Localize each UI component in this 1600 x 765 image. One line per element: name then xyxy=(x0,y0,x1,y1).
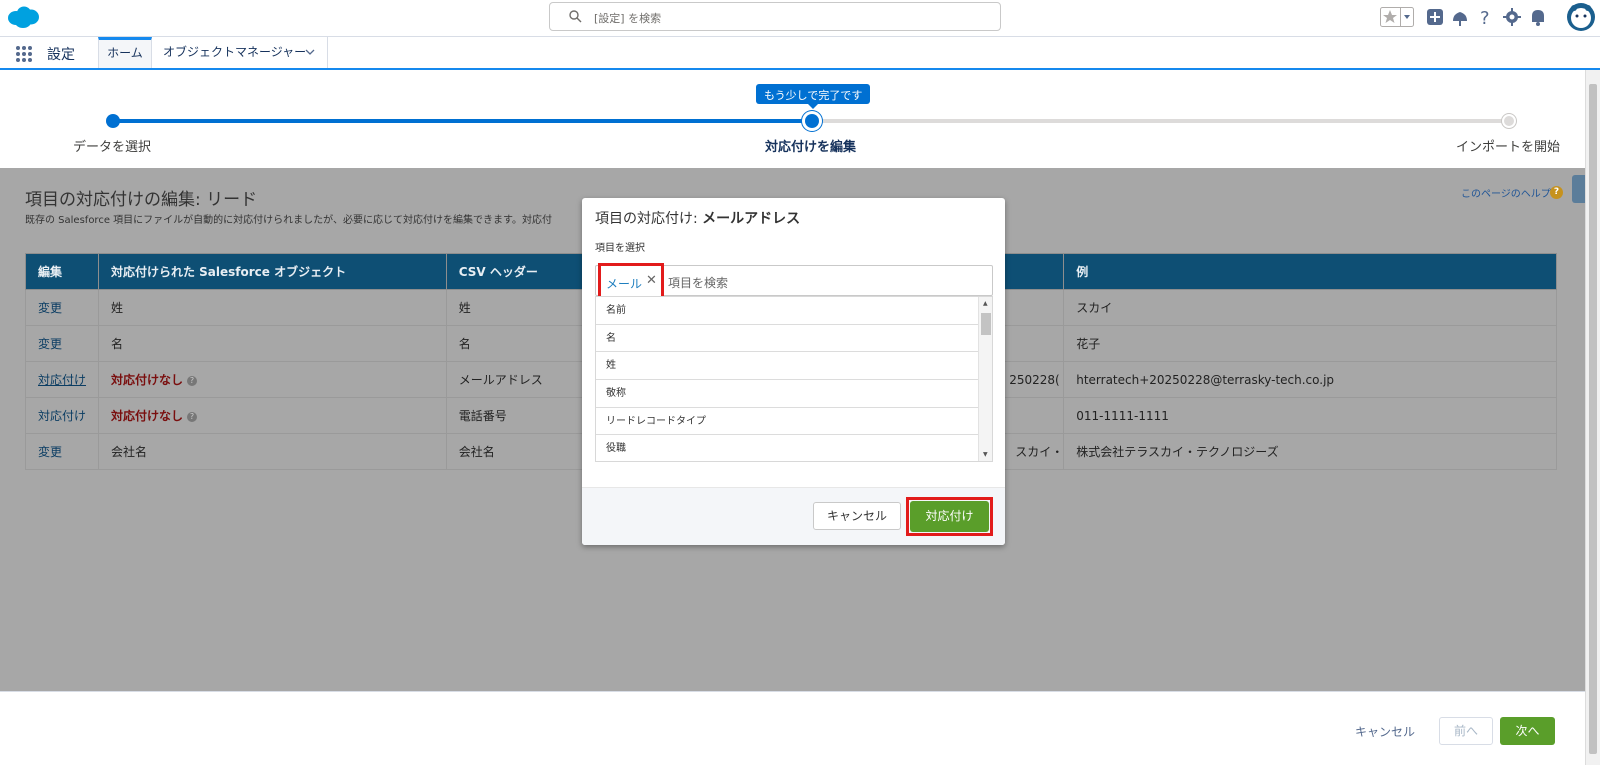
step-3-marker xyxy=(1502,114,1516,128)
info-icon[interactable]: ? xyxy=(187,376,197,386)
step-1-label: データを選択 xyxy=(73,140,152,155)
map-link[interactable]: 対応付け xyxy=(25,397,99,434)
list-item[interactable]: 名 xyxy=(596,325,978,353)
step-1-marker xyxy=(106,114,120,128)
help-link[interactable]: このページのヘルプ xyxy=(1461,185,1551,200)
scroll-down-arrow-icon[interactable]: ▼ xyxy=(983,451,988,458)
list-item[interactable]: 姓 xyxy=(596,352,978,381)
modal-footer: キャンセル 対応付け xyxy=(582,487,1005,545)
search-icon xyxy=(569,10,582,23)
field-options-list: 名前 名 姓 敬称 リードレコードタイプ 役職 ▲ ▼ xyxy=(595,296,993,462)
list-scrollbar[interactable]: ▲ ▼ xyxy=(978,297,992,461)
sample-cell xyxy=(996,325,1065,362)
next-button[interactable]: 次へ xyxy=(1500,717,1555,745)
user-avatar[interactable] xyxy=(1566,2,1596,32)
page-title: 項目の対応付けの編集: リード xyxy=(25,190,258,210)
progress-badge: もう少しで完了です xyxy=(756,84,871,109)
app-launcher-icon[interactable] xyxy=(15,45,33,63)
app-name: 設定 xyxy=(47,47,75,63)
modal-title: 項目の対応付け: メールアドレス xyxy=(595,208,800,228)
modal-title-field: メールアドレス xyxy=(702,211,801,227)
unmapped-text: 対応付けなし xyxy=(110,409,183,423)
mapped-object-cell: 対応付けなし? xyxy=(97,397,447,434)
modal-cancel-button[interactable]: キャンセル xyxy=(813,502,901,530)
help-icon[interactable]: ? xyxy=(1476,6,1496,28)
search-placeholder: [設定] を検索 xyxy=(594,12,662,25)
modal-title-prefix: 項目の対応付け: xyxy=(595,211,703,227)
progress-fill xyxy=(113,119,811,123)
col-header-sample xyxy=(996,253,1065,290)
sample-cell: 250228( xyxy=(996,361,1065,398)
wizard-footer: キャンセル 前へ 次へ xyxy=(0,691,1585,765)
field-mapping-modal: 項目の対応付け: メールアドレス 項目を選択 メール ✕ 項目を検索 名前 名 … xyxy=(582,198,1005,545)
list-item[interactable]: リードレコードタイプ xyxy=(596,408,978,436)
list-item[interactable]: 役職 xyxy=(596,435,978,461)
tab-home[interactable]: ホーム xyxy=(98,37,152,68)
global-search-input[interactable]: [設定] を検索 xyxy=(549,2,1001,31)
example-cell: スカイ xyxy=(1063,289,1557,326)
change-link[interactable]: 変更 xyxy=(25,325,99,362)
example-cell: hterratech+20250228@terrasky-tech.co.jp xyxy=(1063,361,1557,398)
scroll-up-arrow-icon[interactable]: ▲ xyxy=(983,300,988,307)
remove-pill-icon[interactable]: ✕ xyxy=(646,273,657,288)
change-link[interactable]: 変更 xyxy=(25,433,99,470)
mapped-object-cell: 姓 xyxy=(97,289,447,326)
col-header-example: 例 xyxy=(1063,253,1557,290)
sample-cell: スカイ・ xyxy=(996,433,1065,470)
list-item[interactable]: 敬称 xyxy=(596,380,978,408)
selected-field-label: メール xyxy=(606,277,643,291)
page-description: 既存の Salesforce 項目にファイルが自動的に対応付けられましたが、必要… xyxy=(25,215,552,226)
change-link[interactable]: 変更 xyxy=(25,289,99,326)
step-2-marker xyxy=(805,114,819,128)
salesforce-logo[interactable] xyxy=(6,4,40,30)
step-3-label: インポートを開始 xyxy=(1456,140,1561,155)
map-confirm-button[interactable]: 対応付け xyxy=(910,501,989,532)
tab-object-manager[interactable]: オブジェクトマネージャー xyxy=(153,37,328,68)
col-header-edit: 編集 xyxy=(25,253,99,290)
mapped-object-cell: 名 xyxy=(97,325,447,362)
example-cell: 011-1111-1111 xyxy=(1063,397,1557,434)
notifications-bell-icon[interactable] xyxy=(1528,6,1548,28)
unmapped-text: 対応付けなし xyxy=(110,373,183,387)
side-panel-tab[interactable] xyxy=(1572,175,1586,203)
footer-cancel-button[interactable]: キャンセル xyxy=(1355,723,1415,740)
trailhead-icon[interactable] xyxy=(1450,6,1470,28)
list-item[interactable]: 名前 xyxy=(596,297,978,325)
mapped-object-cell: 会社名 xyxy=(97,433,447,470)
gear-icon[interactable] xyxy=(1502,6,1522,28)
chevron-down-icon[interactable] xyxy=(305,47,315,57)
info-icon[interactable]: ? xyxy=(187,412,197,422)
app-nav-bar: 設定 ホーム オブジェクトマネージャー xyxy=(0,37,1600,70)
example-cell: 花子 xyxy=(1063,325,1557,362)
favorites-icon[interactable] xyxy=(1380,7,1414,27)
step-2-label: 対応付けを編集 xyxy=(765,140,857,155)
sample-cell xyxy=(996,397,1065,434)
select-field-label: 項目を選択 xyxy=(595,243,645,254)
mapped-object-cell: 対応付けなし? xyxy=(97,361,447,398)
previous-button[interactable]: 前へ xyxy=(1439,717,1493,745)
tab-object-manager-label: オブジェクトマネージャー xyxy=(163,45,307,59)
col-header-object: 対応付けられた Salesforce オブジェクト xyxy=(97,253,447,290)
help-question-icon: ? xyxy=(1550,186,1563,199)
import-progress: もう少しで完了です データを選択 対応付けを編集 インポートを開始 xyxy=(0,70,1585,168)
list-scrollbar-thumb[interactable] xyxy=(981,313,991,335)
example-cell: 株式会社テラスカイ・テクノロジーズ xyxy=(1063,433,1557,470)
sample-cell xyxy=(996,289,1065,326)
map-link[interactable]: 対応付け xyxy=(25,361,99,398)
page-scrollbar[interactable] xyxy=(1585,70,1600,765)
global-actions-icon[interactable] xyxy=(1425,6,1445,28)
field-search-placeholder: 項目を検索 xyxy=(668,276,729,290)
global-header: [設定] を検索 ? xyxy=(0,0,1600,37)
field-search-combobox[interactable]: メール ✕ 項目を検索 xyxy=(595,263,993,301)
scrollbar-thumb[interactable] xyxy=(1589,84,1597,754)
svg-text:?: ? xyxy=(1480,8,1490,28)
